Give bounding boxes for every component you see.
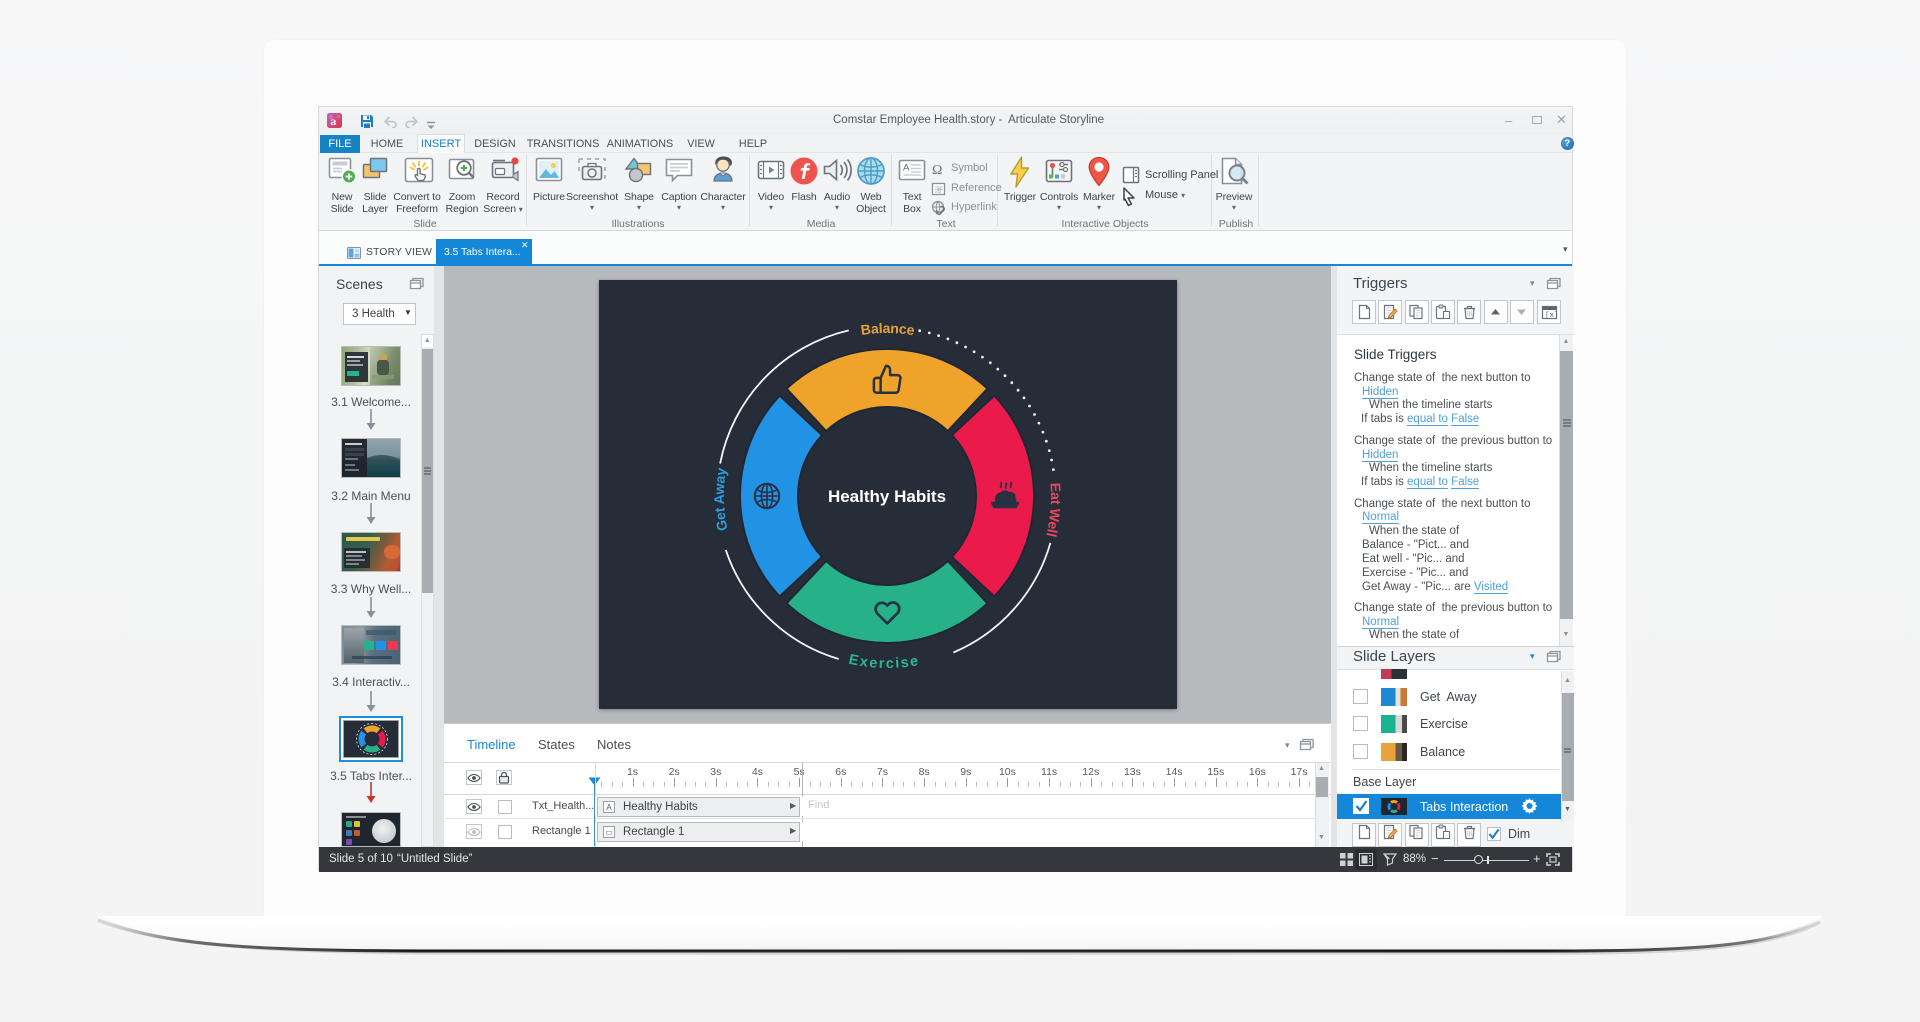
svg-text:Healthy Habits: Healthy Habits: [828, 487, 946, 506]
svg-text:[x]: [x]: [1545, 312, 1558, 320]
svg-text:A: A: [903, 163, 910, 174]
svg-text:Exercise: Exercise: [847, 652, 921, 672]
svg-text:a: a: [330, 114, 336, 128]
svg-text:Balance: Balance: [860, 320, 916, 338]
svg-text:Ω: Ω: [932, 163, 942, 177]
svg-text:¶: ¶: [937, 187, 941, 196]
svg-text:Get Away: Get Away: [711, 466, 731, 532]
svg-text:Eat Well: Eat Well: [1043, 482, 1064, 538]
